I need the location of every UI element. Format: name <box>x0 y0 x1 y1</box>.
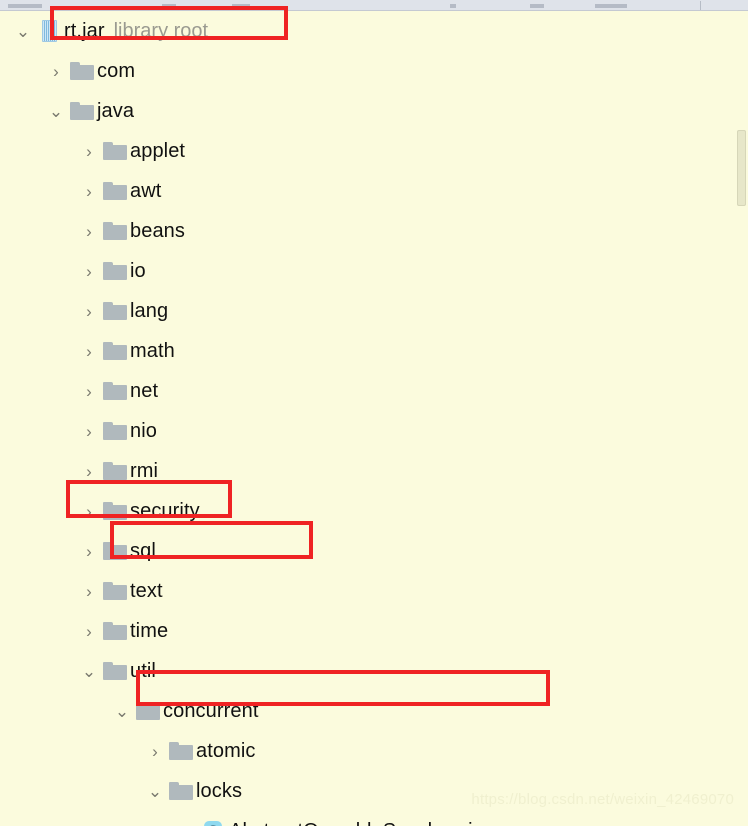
chevron-right-icon[interactable]: › <box>78 251 100 291</box>
toolbar-strip <box>0 0 748 11</box>
folder-icon <box>100 331 130 371</box>
tree-row-label: AbstractOwnableSynchronizer <box>229 820 501 826</box>
folder-icon <box>100 451 130 491</box>
chevron-right-icon[interactable]: › <box>45 51 67 91</box>
tree-row[interactable]: ⌄ util <box>0 651 748 691</box>
tree-row-label: time <box>130 619 169 642</box>
tree-row-label: rmi <box>130 459 159 482</box>
tree-row-label: util <box>130 659 156 682</box>
tree-row[interactable]: › beans <box>0 211 748 251</box>
tree-row[interactable]: › sql <box>0 531 748 571</box>
tree-row[interactable]: › nio <box>0 411 748 451</box>
tree-row-label: applet <box>130 139 186 162</box>
toolbar-separator <box>700 1 701 10</box>
tree-row-label: atomic <box>196 739 256 762</box>
folder-icon <box>67 51 97 91</box>
folder-icon <box>133 691 163 731</box>
tree-row[interactable]: ⌄ rt.jar library root <box>0 11 748 51</box>
toolbar-icon-1[interactable] <box>8 4 42 8</box>
tree-row[interactable]: › lang <box>0 291 748 331</box>
chevron-down-icon[interactable]: ⌄ <box>12 11 34 51</box>
tree-row[interactable]: › math <box>0 331 748 371</box>
folder-icon <box>67 91 97 131</box>
chevron-right-icon[interactable]: › <box>78 131 100 171</box>
folder-icon <box>100 531 130 571</box>
folder-icon <box>100 251 130 291</box>
chevron-down-icon[interactable]: ⌄ <box>144 771 166 811</box>
toolbar-icon-6[interactable] <box>595 4 627 8</box>
tree-row-label: math <box>130 339 175 362</box>
chevron-right-icon[interactable]: › <box>78 331 100 371</box>
tree-row[interactable]: › com <box>0 51 748 91</box>
chevron-right-icon[interactable]: › <box>78 531 100 571</box>
folder-icon <box>100 571 130 611</box>
tree-row-label: lang <box>130 299 169 322</box>
tree-row-label: com <box>97 59 136 82</box>
folder-icon <box>100 131 130 171</box>
watermark-text: https://blog.csdn.net/weixin_42469070 <box>471 791 734 808</box>
project-tree[interactable]: ⌄ rt.jar library root › com ⌄ java › applet › awt ›… <box>0 11 748 826</box>
tree-row-label: java <box>97 99 135 122</box>
tree-row-label: io <box>130 259 146 282</box>
tree-row-label: nio <box>130 419 157 442</box>
folder-icon <box>100 411 130 451</box>
folder-icon <box>100 651 130 691</box>
tree-row-label: net <box>130 379 159 402</box>
tree-row[interactable]: › io <box>0 251 748 291</box>
chevron-right-icon[interactable]: › <box>78 611 100 651</box>
chevron-right-icon[interactable]: › <box>78 171 100 211</box>
folder-icon <box>166 731 196 771</box>
folder-icon <box>100 211 130 251</box>
tree-row[interactable]: › applet <box>0 131 748 171</box>
tree-row[interactable]: › net <box>0 371 748 411</box>
folder-icon <box>100 491 130 531</box>
chevron-right-icon[interactable]: › <box>78 291 100 331</box>
tree-row-label: locks <box>196 779 243 802</box>
tree-row[interactable]: › time <box>0 611 748 651</box>
tree-row[interactable]: CAbstractOwnableSynchronizer <box>0 811 748 826</box>
tree-row[interactable]: › awt <box>0 171 748 211</box>
tree-row-label: awt <box>130 179 162 202</box>
jar-icon <box>34 11 64 51</box>
folder-icon <box>100 171 130 211</box>
chevron-down-icon[interactable]: ⌄ <box>45 91 67 131</box>
tree-row[interactable]: ⌄ concurrent <box>0 691 748 731</box>
tree-row-label: concurrent <box>163 699 259 722</box>
tree-row-label: rt.jar <box>64 19 105 42</box>
tree-row-label: text <box>130 579 163 602</box>
tree-row-label: beans <box>130 219 185 242</box>
chevron-down-icon[interactable]: ⌄ <box>78 651 100 691</box>
folder-icon <box>166 771 196 811</box>
tree-row[interactable]: ⌄ java <box>0 91 748 131</box>
toolbar-icon-3[interactable] <box>232 4 250 8</box>
chevron-right-icon[interactable]: › <box>78 371 100 411</box>
tree-row[interactable]: › security <box>0 491 748 531</box>
no-arrow-icon[interactable] <box>177 811 199 826</box>
chevron-right-icon[interactable]: › <box>144 731 166 771</box>
folder-icon <box>100 611 130 651</box>
tree-row[interactable]: › rmi <box>0 451 748 491</box>
folder-icon <box>100 371 130 411</box>
chevron-right-icon[interactable]: › <box>78 571 100 611</box>
chevron-right-icon[interactable]: › <box>78 491 100 531</box>
tree-row-label: security <box>130 499 200 522</box>
tree-row-label: sql <box>130 539 156 562</box>
tree-row-sublabel: library root <box>113 19 209 42</box>
chevron-right-icon[interactable]: › <box>78 211 100 251</box>
vertical-scrollbar-thumb[interactable] <box>737 130 746 206</box>
toolbar-icon-5[interactable] <box>530 4 544 8</box>
chevron-down-icon[interactable]: ⌄ <box>111 691 133 731</box>
chevron-right-icon[interactable]: › <box>78 411 100 451</box>
class-icon: C <box>199 811 229 826</box>
toolbar-icon-4[interactable] <box>450 4 456 8</box>
tree-row[interactable]: › text <box>0 571 748 611</box>
toolbar-icon-2[interactable] <box>162 4 176 8</box>
folder-icon <box>100 291 130 331</box>
chevron-right-icon[interactable]: › <box>78 451 100 491</box>
tree-row[interactable]: › atomic <box>0 731 748 771</box>
